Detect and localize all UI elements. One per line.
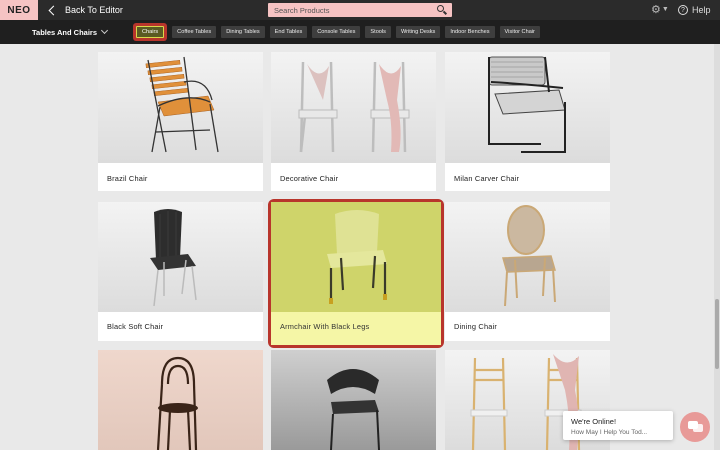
category-bar: Tables And Chairs Chairs Coffee Tables D… (0, 20, 720, 44)
product-card[interactable] (98, 350, 263, 450)
chip-coffee-tables[interactable]: Coffee Tables (172, 26, 217, 38)
milan-carver-chair-image (488, 56, 566, 153)
search-box[interactable] (268, 3, 452, 17)
chat-title: We're Online! (571, 417, 617, 426)
product-image[interactable] (445, 52, 610, 163)
product-image[interactable] (271, 202, 441, 312)
product-name[interactable]: Armchair With Black Legs (280, 322, 369, 331)
help-button[interactable]: ? Help (678, 0, 711, 20)
decorative-chair-image (298, 61, 410, 153)
dining-chair-image (502, 205, 556, 307)
bentwood-chair-image (156, 356, 198, 450)
chip-writing-desks[interactable]: Writing Desks (395, 26, 441, 38)
product-name[interactable]: Black Soft Chair (107, 322, 163, 331)
product-card-decorative-chair[interactable]: Decorative Chair (271, 52, 436, 191)
product-image[interactable] (98, 350, 263, 450)
chip-stools[interactable]: Stools (365, 26, 391, 38)
product-image[interactable] (98, 52, 263, 163)
product-card-black-soft-chair[interactable]: Black Soft Chair (98, 202, 263, 341)
product-name[interactable]: Brazil Chair (107, 174, 148, 183)
top-bar: NEO Back To Editor ⚙▼ ? Help (0, 0, 720, 20)
search-icon[interactable] (437, 5, 444, 12)
chevron-left-icon (48, 5, 59, 15)
chip-end-tables[interactable]: End Tables (269, 26, 308, 38)
product-image[interactable] (271, 52, 436, 163)
back-to-editor-label: Back To Editor (65, 5, 123, 15)
product-card[interactable] (271, 350, 436, 450)
chip-chairs[interactable]: Chairs (136, 26, 165, 38)
chip-indoor-benches[interactable]: Indoor Benches (445, 26, 495, 38)
category-title[interactable]: Tables And Chairs (32, 20, 97, 44)
chat-button[interactable] (680, 412, 710, 442)
product-image[interactable] (271, 350, 436, 450)
page-scrollbar[interactable] (714, 44, 720, 450)
product-name[interactable]: Decorative Chair (280, 174, 338, 183)
product-card-armchair-with-black-legs[interactable]: Armchair With Black Legs (271, 202, 441, 345)
chip-visitor-chair[interactable]: Visitor Chair (499, 26, 540, 38)
help-icon: ? (678, 5, 688, 15)
chat-bubble-icon (693, 424, 703, 432)
gear-icon: ⚙ (651, 4, 661, 16)
product-card-brazil-chair[interactable]: Brazil Chair (98, 52, 263, 191)
back-to-editor-button[interactable]: Back To Editor (46, 0, 123, 20)
product-image[interactable] (98, 202, 263, 312)
product-card-milan-carver-chair[interactable]: Milan Carver Chair (445, 52, 610, 191)
black-shell-chair-image (327, 369, 380, 450)
armchair-image (327, 210, 387, 304)
product-image[interactable] (445, 202, 610, 312)
scrollbar-thumb[interactable] (715, 299, 719, 369)
logo[interactable]: NEO (0, 0, 38, 20)
black-soft-chair-image (150, 209, 197, 307)
subcategory-chips: Chairs Coffee Tables Dining Tables End T… (126, 20, 545, 44)
product-card-dining-chair[interactable]: Dining Chair (445, 202, 610, 341)
product-name[interactable]: Dining Chair (454, 322, 497, 331)
settings-menu[interactable]: ⚙▼ (651, 4, 669, 16)
chevron-down-icon[interactable] (100, 26, 109, 35)
search-input[interactable] (268, 3, 428, 17)
chip-dining-tables[interactable]: Dining Tables (221, 26, 265, 38)
chevron-down-icon: ▼ (661, 6, 669, 13)
brazil-chair-image (145, 56, 219, 153)
chat-popup[interactable]: We're Online! How May I Help You Tod... (563, 411, 673, 440)
help-label: Help (692, 5, 711, 15)
chat-subtitle: How May I Help You Tod... (571, 429, 648, 436)
product-name[interactable]: Milan Carver Chair (454, 174, 519, 183)
chip-console-tables[interactable]: Console Tables (312, 26, 361, 38)
